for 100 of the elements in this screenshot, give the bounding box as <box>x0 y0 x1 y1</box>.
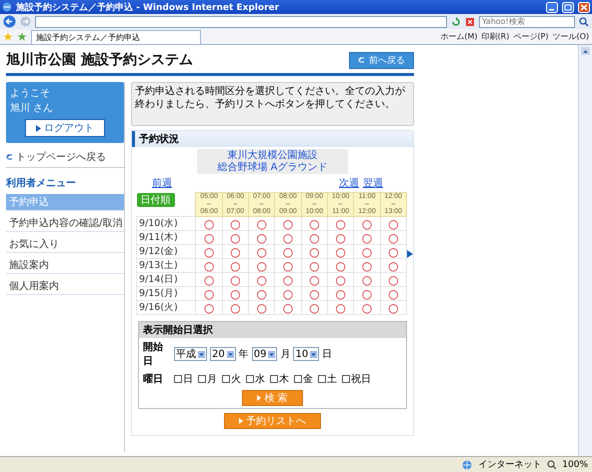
available-slot[interactable]: ○ <box>354 286 380 301</box>
available-slot[interactable]: ○ <box>196 216 222 231</box>
available-slot[interactable]: ○ <box>222 244 249 259</box>
available-slot[interactable]: ○ <box>248 230 275 245</box>
available-slot[interactable]: ○ <box>248 286 275 301</box>
available-slot[interactable]: ○ <box>354 272 380 287</box>
checkbox[interactable] <box>198 375 206 384</box>
menu-item[interactable]: 予約申込内容の確認/取消 <box>6 215 124 232</box>
checkbox[interactable] <box>174 375 182 384</box>
menu-item[interactable]: 施設案内 <box>6 257 124 274</box>
minimize-icon[interactable] <box>546 2 558 12</box>
available-slot[interactable]: ○ <box>222 286 249 301</box>
available-slot[interactable]: ○ <box>328 286 354 301</box>
available-slot[interactable]: ○ <box>301 272 328 287</box>
available-slot[interactable]: ○ <box>328 272 354 287</box>
available-slot[interactable]: ○ <box>301 230 328 245</box>
available-slot[interactable]: ○ <box>301 300 328 315</box>
available-slot[interactable]: ○ <box>301 244 328 259</box>
available-slot[interactable]: ○ <box>354 216 380 231</box>
checkbox[interactable] <box>294 375 302 384</box>
available-slot[interactable]: ○ <box>380 286 406 301</box>
checkbox[interactable] <box>270 375 278 384</box>
available-slot[interactable]: ○ <box>301 258 328 273</box>
available-slot[interactable]: ○ <box>222 230 249 245</box>
favorites-star-icon[interactable] <box>3 32 13 42</box>
logout-button[interactable]: ログアウト <box>25 119 105 137</box>
scroll-up-icon[interactable] <box>581 47 590 55</box>
checkbox[interactable] <box>342 375 350 384</box>
date-cell: 9/14(日) <box>136 272 196 287</box>
checkbox[interactable] <box>222 375 230 384</box>
available-slot[interactable]: ○ <box>380 216 406 231</box>
next-arrow-icon[interactable] <box>407 250 413 258</box>
available-slot[interactable]: ○ <box>274 244 302 259</box>
available-slot[interactable]: ○ <box>328 244 354 259</box>
available-slot[interactable]: ○ <box>248 258 275 273</box>
back-icon[interactable] <box>3 15 16 28</box>
available-slot[interactable]: ○ <box>196 230 222 245</box>
available-slot[interactable]: ○ <box>274 300 302 315</box>
next-week-link[interactable]: 翌週 <box>363 176 383 190</box>
date-select[interactable]: 10 <box>293 347 320 362</box>
date-select[interactable]: 20 <box>210 347 236 362</box>
available-slot[interactable]: ○ <box>222 272 249 287</box>
zoom-level[interactable]: 100% <box>562 460 588 470</box>
search-field[interactable]: Yahoo!検索 <box>479 16 575 28</box>
available-slot[interactable]: ○ <box>274 286 302 301</box>
available-slot[interactable]: ○ <box>354 300 380 315</box>
date-select[interactable]: 09 <box>252 347 278 362</box>
available-slot[interactable]: ○ <box>328 258 354 273</box>
available-slot[interactable]: ○ <box>274 272 302 287</box>
arrow-right-icon <box>239 418 243 424</box>
available-slot[interactable]: ○ <box>328 216 354 231</box>
available-slot[interactable]: ○ <box>248 272 275 287</box>
available-slot[interactable]: ○ <box>222 300 249 315</box>
browser-tab[interactable]: 施設予約システム／予約申込 <box>31 30 201 44</box>
available-slot[interactable]: ○ <box>354 258 380 273</box>
available-slot[interactable]: ○ <box>222 258 249 273</box>
available-slot[interactable]: ○ <box>354 230 380 245</box>
checkbox[interactable] <box>318 375 326 384</box>
available-slot[interactable]: ○ <box>380 272 406 287</box>
next-week-link[interactable]: 次週 <box>339 176 359 190</box>
available-slot[interactable]: ○ <box>328 230 354 245</box>
toolbar-command[interactable]: ページ(P) <box>513 31 548 42</box>
available-slot[interactable]: ○ <box>248 216 275 231</box>
toolbar-command[interactable]: ツール(O) <box>552 31 589 42</box>
available-slot[interactable]: ○ <box>196 244 222 259</box>
top-page-link[interactable]: トップページへ戻る <box>6 147 124 168</box>
refresh-icon[interactable] <box>451 16 461 26</box>
date-select[interactable]: 平成 <box>174 347 207 362</box>
menu-item[interactable]: 個人用案内 <box>6 278 124 295</box>
previous-week-link[interactable]: 前週 <box>152 176 172 190</box>
available-slot[interactable]: ○ <box>196 272 222 287</box>
available-slot[interactable]: ○ <box>354 244 380 259</box>
available-slot[interactable]: ○ <box>248 244 275 259</box>
maximize-icon[interactable] <box>562 2 574 12</box>
available-slot[interactable]: ○ <box>248 300 275 315</box>
available-slot[interactable]: ○ <box>274 230 302 245</box>
close-icon[interactable] <box>578 2 590 12</box>
arrow-right-icon <box>257 395 262 402</box>
available-slot[interactable]: ○ <box>274 216 302 231</box>
available-slot[interactable]: ○ <box>380 258 406 273</box>
checkbox[interactable] <box>246 375 254 384</box>
toolbar-command[interactable]: 印刷(R) <box>482 31 510 42</box>
available-slot[interactable]: ○ <box>301 216 328 231</box>
stop-icon[interactable] <box>465 16 475 26</box>
address-field[interactable] <box>35 16 447 28</box>
available-slot[interactable]: ○ <box>328 300 354 315</box>
sort-button[interactable]: 日付順 <box>136 192 174 206</box>
available-slot[interactable]: ○ <box>196 258 222 273</box>
back-button[interactable]: 前へ戻る <box>349 52 414 68</box>
available-slot[interactable]: ○ <box>196 300 222 315</box>
available-slot[interactable]: ○ <box>380 244 406 259</box>
available-slot[interactable]: ○ <box>196 286 222 301</box>
available-slot[interactable]: ○ <box>301 286 328 301</box>
menu-item[interactable]: お気に入り <box>6 236 124 253</box>
available-slot[interactable]: ○ <box>274 258 302 273</box>
toolbar-command[interactable]: ホーム(M) <box>440 31 478 42</box>
available-slot[interactable]: ○ <box>222 216 249 231</box>
available-slot[interactable]: ○ <box>380 230 406 245</box>
search-icon[interactable] <box>579 16 589 26</box>
available-slot[interactable]: ○ <box>380 300 406 315</box>
